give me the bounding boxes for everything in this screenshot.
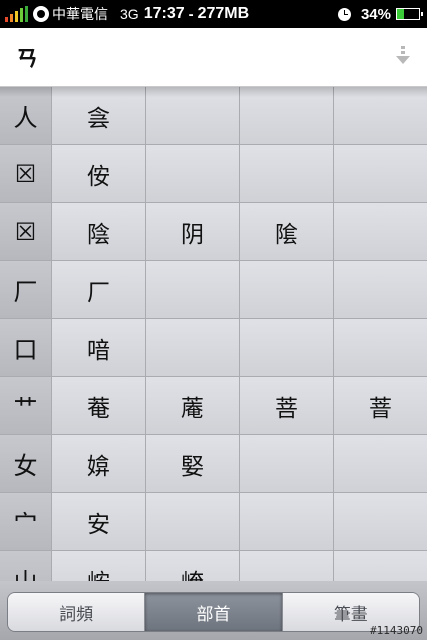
candidate-key[interactable]: 侒 [52, 145, 146, 202]
candidate-key [334, 551, 427, 581]
candidate-key [334, 203, 427, 260]
sort-toolbar: 詞頻 部首 筆畫 [0, 581, 427, 640]
candidate-row: 人侌 [0, 87, 427, 145]
radical-key[interactable]: 人 [0, 87, 52, 144]
candidate-key[interactable]: 阴 [146, 203, 240, 260]
radical-key[interactable]: 山 [0, 551, 52, 581]
candidate-key [146, 145, 240, 202]
candidate-key [334, 87, 427, 144]
candidate-key [334, 261, 427, 318]
radical-key[interactable]: 宀 [0, 493, 52, 550]
carrier-icon [33, 6, 49, 22]
candidate-row: 山峖崦 [0, 551, 427, 581]
candidate-key [240, 435, 334, 492]
radical-key[interactable]: 口 [0, 319, 52, 376]
candidate-row: 厂厂 [0, 261, 427, 319]
candidate-row: ☒ 侒 [0, 145, 427, 203]
clock-time: 17:37 [143, 5, 185, 22]
candidate-key [240, 493, 334, 550]
separator: - [188, 5, 194, 23]
candidate-key[interactable]: 菩 [240, 377, 334, 434]
battery-percent: 34% [360, 5, 391, 23]
composition-text: ㄢ [16, 46, 39, 72]
candidate-key[interactable]: 媕 [52, 435, 146, 492]
candidate-key[interactable]: 侌 [52, 87, 146, 144]
candidate-key[interactable]: 陰 [52, 203, 146, 260]
candidate-row: 艹菴蓭菩萻 [0, 377, 427, 435]
candidate-key[interactable]: 厂 [52, 261, 146, 318]
candidate-key [146, 87, 240, 144]
candidate-key[interactable]: 婜 [146, 435, 240, 492]
candidate-key [146, 319, 240, 376]
network-type: 3G [120, 6, 139, 22]
memory-usage: 277MB [197, 5, 250, 22]
sort-segmented-control: 詞頻 部首 筆畫 [7, 592, 420, 632]
candidate-key[interactable]: 喑 [52, 319, 146, 376]
candidate-key [240, 261, 334, 318]
candidate-key [334, 319, 427, 376]
candidate-row: 女媕婜 [0, 435, 427, 493]
alarm-icon [337, 7, 351, 21]
candidate-key[interactable]: 安 [52, 493, 146, 550]
candidate-key [240, 87, 334, 144]
radical-key[interactable]: 女 [0, 435, 52, 492]
candidate-key [240, 319, 334, 376]
candidate-key[interactable]: 隂 [240, 203, 334, 260]
tab-frequency[interactable]: 詞頻 [8, 593, 146, 631]
candidate-row: 口喑 [0, 319, 427, 377]
candidate-key[interactable]: 崦 [146, 551, 240, 581]
tab-radical[interactable]: 部首 [145, 593, 283, 631]
candidate-key[interactable]: 菴 [52, 377, 146, 434]
radical-key[interactable]: ☒ [0, 145, 52, 202]
carrier-name: 中華電信 [52, 6, 108, 22]
radical-key[interactable]: ☒ [0, 203, 52, 260]
candidate-key [240, 551, 334, 581]
candidate-row: 宀安 [0, 493, 427, 551]
radical-key[interactable]: 厂 [0, 261, 52, 318]
radical-key[interactable]: 艹 [0, 377, 52, 434]
watermark: #1143070 [370, 624, 423, 637]
candidate-key [334, 435, 427, 492]
candidate-key [334, 493, 427, 550]
candidate-key [146, 493, 240, 550]
candidate-key[interactable]: 蓭 [146, 377, 240, 434]
status-bar: 中華電信 3G 17:37 - 277MB 34% [0, 0, 427, 28]
candidate-grid: 山峖崦宀安女媕婜艹菴蓭菩萻口喑厂厂☒陰阴隂☒侒人侌 [0, 87, 427, 581]
candidate-key[interactable]: 峖 [52, 551, 146, 581]
signal-icon [5, 6, 28, 22]
chevron-down-icon[interactable] [396, 46, 410, 66]
battery-icon [396, 8, 423, 20]
candidate-key [240, 145, 334, 202]
candidate-key[interactable]: 萻 [334, 377, 427, 434]
candidate-key [334, 145, 427, 202]
candidate-key [146, 261, 240, 318]
candidate-row: ☒ 陰阴隂 [0, 203, 427, 261]
battery-fill [397, 9, 405, 19]
composition-bar: ㄢ [0, 28, 427, 87]
